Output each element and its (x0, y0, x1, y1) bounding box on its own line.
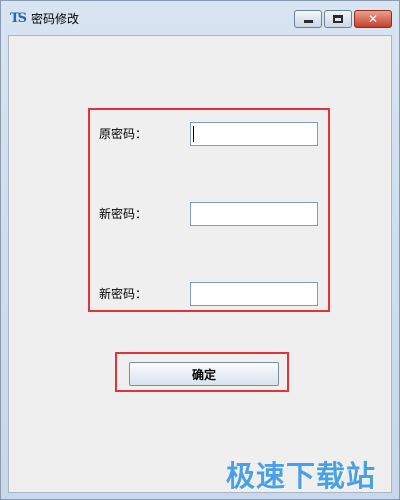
title-bar[interactable]: TS 密码修改 ✕ (1, 1, 399, 35)
watermark-text: 极速下载站 (226, 459, 377, 493)
confirm-password-label: 新密码： (99, 287, 148, 301)
old-password-label: 原密码： (99, 127, 148, 141)
maximize-icon (333, 15, 343, 23)
close-button[interactable]: ✕ (354, 10, 392, 28)
maximize-button[interactable] (324, 10, 352, 28)
text-caret (193, 126, 194, 142)
confirm-button[interactable]: 确定 (129, 362, 279, 386)
minimize-icon (303, 20, 313, 23)
new-password-label: 新密码： (99, 207, 148, 221)
password-change-window: TS 密码修改 ✕ 原密码： 新密码： 新密码： 确定 极速下载站 (0, 0, 400, 500)
app-icon: TS (10, 11, 27, 26)
confirm-password-input[interactable] (190, 282, 318, 306)
old-password-input[interactable] (190, 122, 318, 146)
close-icon: ✕ (367, 12, 379, 26)
window-title: 密码修改 (31, 12, 80, 26)
new-password-input[interactable] (190, 202, 318, 226)
minimize-button[interactable] (294, 10, 322, 28)
client-area: 原密码： 新密码： 新密码： 确定 (8, 35, 392, 493)
